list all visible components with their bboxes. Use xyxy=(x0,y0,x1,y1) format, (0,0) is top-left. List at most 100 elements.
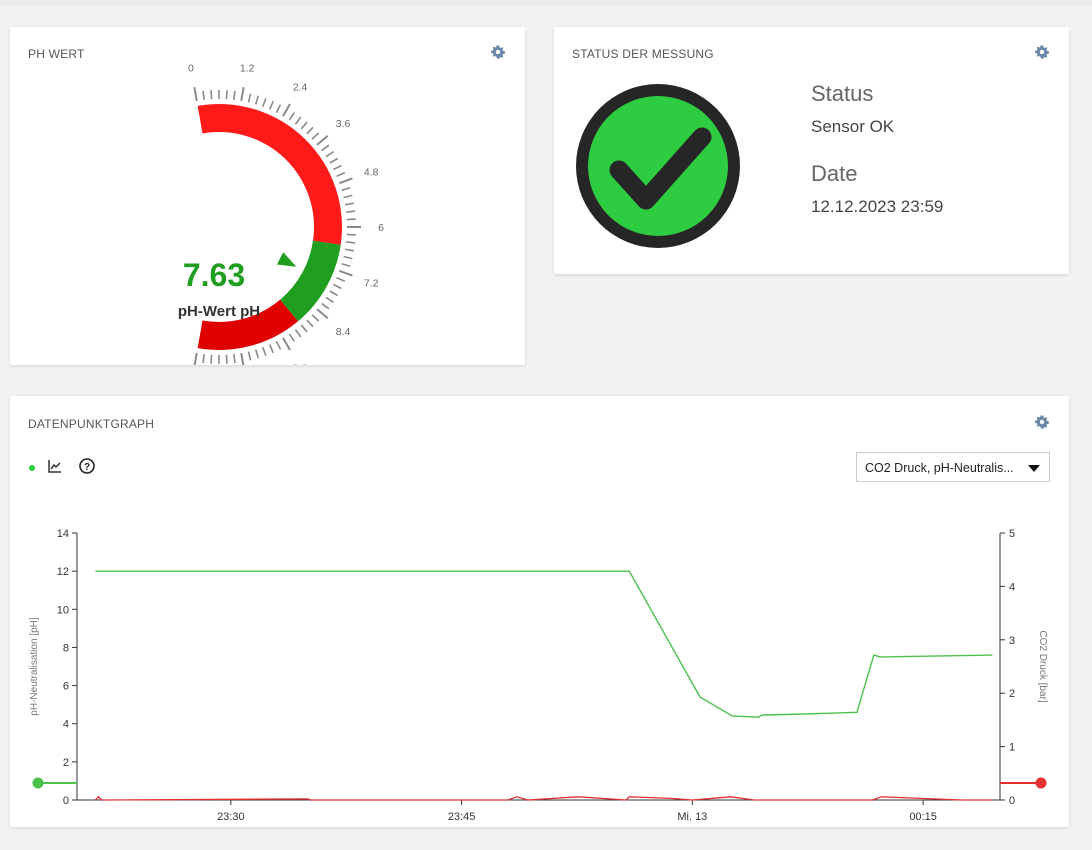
y-tick-label-left: 10 xyxy=(57,604,69,616)
gauge-tick xyxy=(329,290,339,297)
series-line-ph xyxy=(95,570,993,718)
gauge-tick xyxy=(233,354,236,364)
gauge-unit-label: pH-Wert pH xyxy=(178,303,260,320)
gauge-tick-label: 4.8 xyxy=(364,167,379,179)
status-card: STATUS DER MESSUNG Status Sensor OK Date… xyxy=(554,27,1069,274)
gauge-tick xyxy=(341,186,351,192)
gauge-tick xyxy=(336,172,346,178)
gauge-tick xyxy=(306,126,314,135)
gauge-tick xyxy=(321,144,330,152)
gauge-tick xyxy=(333,164,342,171)
gauge-tick xyxy=(300,324,308,333)
gauge-tick xyxy=(306,319,314,328)
gauge-tick-label: 9.6 xyxy=(293,362,308,365)
x-tick-label: 00:15 xyxy=(909,811,937,823)
y-axis-label-left: pH-Neutralisation [pH] xyxy=(29,617,40,716)
gauge-tick-label: 7.2 xyxy=(364,277,379,289)
date-value: 12.12.2023 23:59 xyxy=(811,197,944,216)
gauge-tick xyxy=(336,276,346,282)
gauge-tick xyxy=(193,352,198,365)
gauge-tick xyxy=(262,347,267,357)
co2-axis-handle[interactable] xyxy=(1035,777,1047,789)
checkmark-circle-icon xyxy=(576,84,740,248)
y-tick-label-left: 2 xyxy=(63,757,69,769)
y-tick-label-right: 4 xyxy=(1009,581,1015,593)
status-card-title: STATUS DER MESSUNG xyxy=(572,47,714,61)
gauge-tick xyxy=(333,283,342,290)
gauge-tick xyxy=(338,177,353,185)
gauge-tick xyxy=(329,157,339,164)
gauge-tick xyxy=(275,341,282,350)
y-tick-label-left: 6 xyxy=(63,681,69,693)
gauge-tick xyxy=(254,95,260,105)
y-tick-label-left: 14 xyxy=(57,528,69,540)
status-value: Sensor OK xyxy=(811,117,895,136)
gauge-tick xyxy=(311,314,320,322)
y-tick-label-left: 8 xyxy=(63,642,69,654)
gauge-tick xyxy=(282,337,291,351)
gauge-tick xyxy=(325,296,334,303)
gauge-tick xyxy=(247,93,252,103)
gauge-tick xyxy=(225,90,228,100)
gauge-tick xyxy=(247,351,252,361)
graph-card: DATENPUNKTGRAPH ? CO2 Druck, pH-Neutrali… xyxy=(10,396,1069,827)
gauge-tick xyxy=(275,104,282,113)
y-axis-label-right: CO2 Druck [bar] xyxy=(1037,630,1048,702)
gauge-tick xyxy=(288,112,295,121)
gauge-tick xyxy=(300,121,308,130)
top-strip xyxy=(0,0,1092,6)
x-tick-label: Mi. 13 xyxy=(677,811,707,823)
gauge-tick xyxy=(210,90,213,100)
gauge-tick xyxy=(343,255,353,260)
gauge-tick xyxy=(325,151,334,158)
y-tick-label-right: 3 xyxy=(1009,635,1015,647)
datapoint-chart: 0246810121401234523:30 23:45 Mi. 13 00:15pH… xyxy=(29,528,1048,823)
y-tick-label-right: 1 xyxy=(1009,742,1015,754)
gauge-tick xyxy=(321,302,330,310)
ph-axis-handle[interactable] xyxy=(32,777,44,789)
gauge-tick xyxy=(202,90,205,100)
gauge-tick-label: 3.6 xyxy=(336,118,351,130)
gauge-tick xyxy=(346,210,356,213)
series-line-co2 xyxy=(94,795,993,801)
gauge-tick xyxy=(233,90,236,100)
gauge-tick xyxy=(193,86,198,102)
gauge-tick xyxy=(294,329,302,338)
gauge-tick xyxy=(346,233,356,236)
gauge-band xyxy=(280,240,341,322)
date-label: Date xyxy=(811,161,858,186)
x-tick-label: 23:30 xyxy=(217,811,245,823)
gauge-tick xyxy=(294,116,302,125)
gauge-tick xyxy=(202,354,205,364)
ph-gauge: 01.22.43.64.867.28.49.610.812 7.63 pH-We… xyxy=(178,62,384,365)
y-tick-label-left: 0 xyxy=(63,795,69,807)
status-label: Status xyxy=(811,81,874,106)
ph-gauge-card: PH WERT 01.22.43.64.867.28.49.610.812 7.… xyxy=(10,27,525,365)
gauge-tick xyxy=(210,354,213,364)
gauge-tick-label: 8.4 xyxy=(336,326,351,338)
y-tick-label-left: 12 xyxy=(57,566,69,578)
gauge-tick xyxy=(346,241,356,244)
gauge-tick xyxy=(316,308,329,320)
gauge-tick xyxy=(254,349,260,359)
x-tick-label: 23:45 xyxy=(448,811,476,823)
gauge-tick xyxy=(344,248,355,252)
gauge-tick xyxy=(240,86,245,102)
y-tick-label-right: 0 xyxy=(1009,795,1015,807)
gauge-value: 7.63 xyxy=(183,257,245,293)
gauge-tick xyxy=(343,194,353,199)
gauge-tick xyxy=(268,344,274,354)
gauge-pointer xyxy=(276,252,297,267)
gauge-tick-label: 2.4 xyxy=(293,82,308,94)
gauge-tick-label: 0 xyxy=(188,62,194,74)
gauge-tick xyxy=(240,352,245,365)
gauge-tick xyxy=(338,269,353,277)
y-tick-label-left: 4 xyxy=(63,719,69,731)
gauge-tick xyxy=(268,100,274,110)
gauge-tick xyxy=(341,262,351,268)
gear-icon[interactable] xyxy=(1034,44,1050,60)
y-tick-label-right: 2 xyxy=(1009,688,1015,700)
gauge-tick-label: 6 xyxy=(378,222,384,234)
gauge-tick xyxy=(288,333,295,342)
y-tick-label-right: 5 xyxy=(1009,528,1015,540)
